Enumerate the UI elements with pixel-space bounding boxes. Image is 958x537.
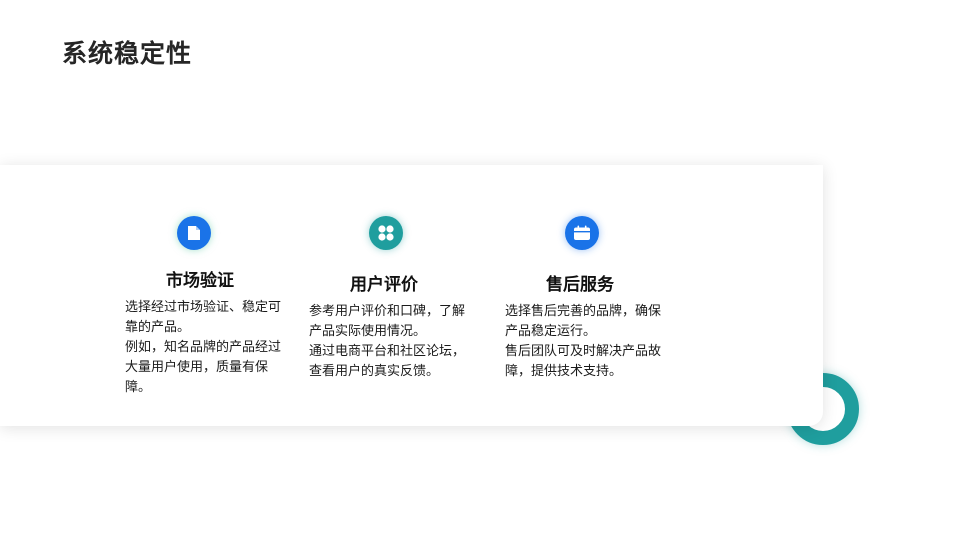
- grid-icon: [369, 216, 403, 250]
- feature-desc-market: 选择经过市场验证、稳定可靠的产品。 例如，知名品牌的产品经过大量用户使用，质量有…: [125, 298, 285, 398]
- feature-title-reviews: 用户评价: [350, 275, 418, 295]
- feature-title-service: 售后服务: [546, 275, 614, 295]
- slide: 系统稳定性 市场验证 选择经过市场验证、稳定可靠的产品。 例如，知名品牌的产品经…: [0, 0, 958, 537]
- page-title: 系统稳定性: [62, 39, 193, 68]
- feature-title-market: 市场验证: [166, 271, 234, 291]
- feature-desc-line: 参考用户评价和口碑，了解产品实际使用情况。: [309, 304, 466, 339]
- feature-desc-line: 选择经过市场验证、稳定可靠的产品。: [125, 300, 282, 335]
- document-icon: [177, 216, 211, 250]
- feature-desc-line: 例如，知名品牌的产品经过大量用户使用，质量有保障。: [125, 340, 282, 395]
- feature-desc-service: 选择售后完善的品牌，确保产品稳定运行。 售后团队可及时解决产品故障，提供技术支持…: [505, 302, 665, 382]
- feature-desc-line: 通过电商平台和社区论坛，查看用户的真实反馈。: [309, 344, 466, 379]
- feature-desc-line: 售后团队可及时解决产品故障，提供技术支持。: [505, 344, 662, 379]
- feature-desc-reviews: 参考用户评价和口碑，了解产品实际使用情况。 通过电商平台和社区论坛，查看用户的真…: [309, 302, 469, 382]
- feature-desc-line: 选择售后完善的品牌，确保产品稳定运行。: [505, 304, 662, 339]
- content-card: 市场验证 选择经过市场验证、稳定可靠的产品。 例如，知名品牌的产品经过大量用户使…: [0, 165, 823, 426]
- calendar-icon: [565, 216, 599, 250]
